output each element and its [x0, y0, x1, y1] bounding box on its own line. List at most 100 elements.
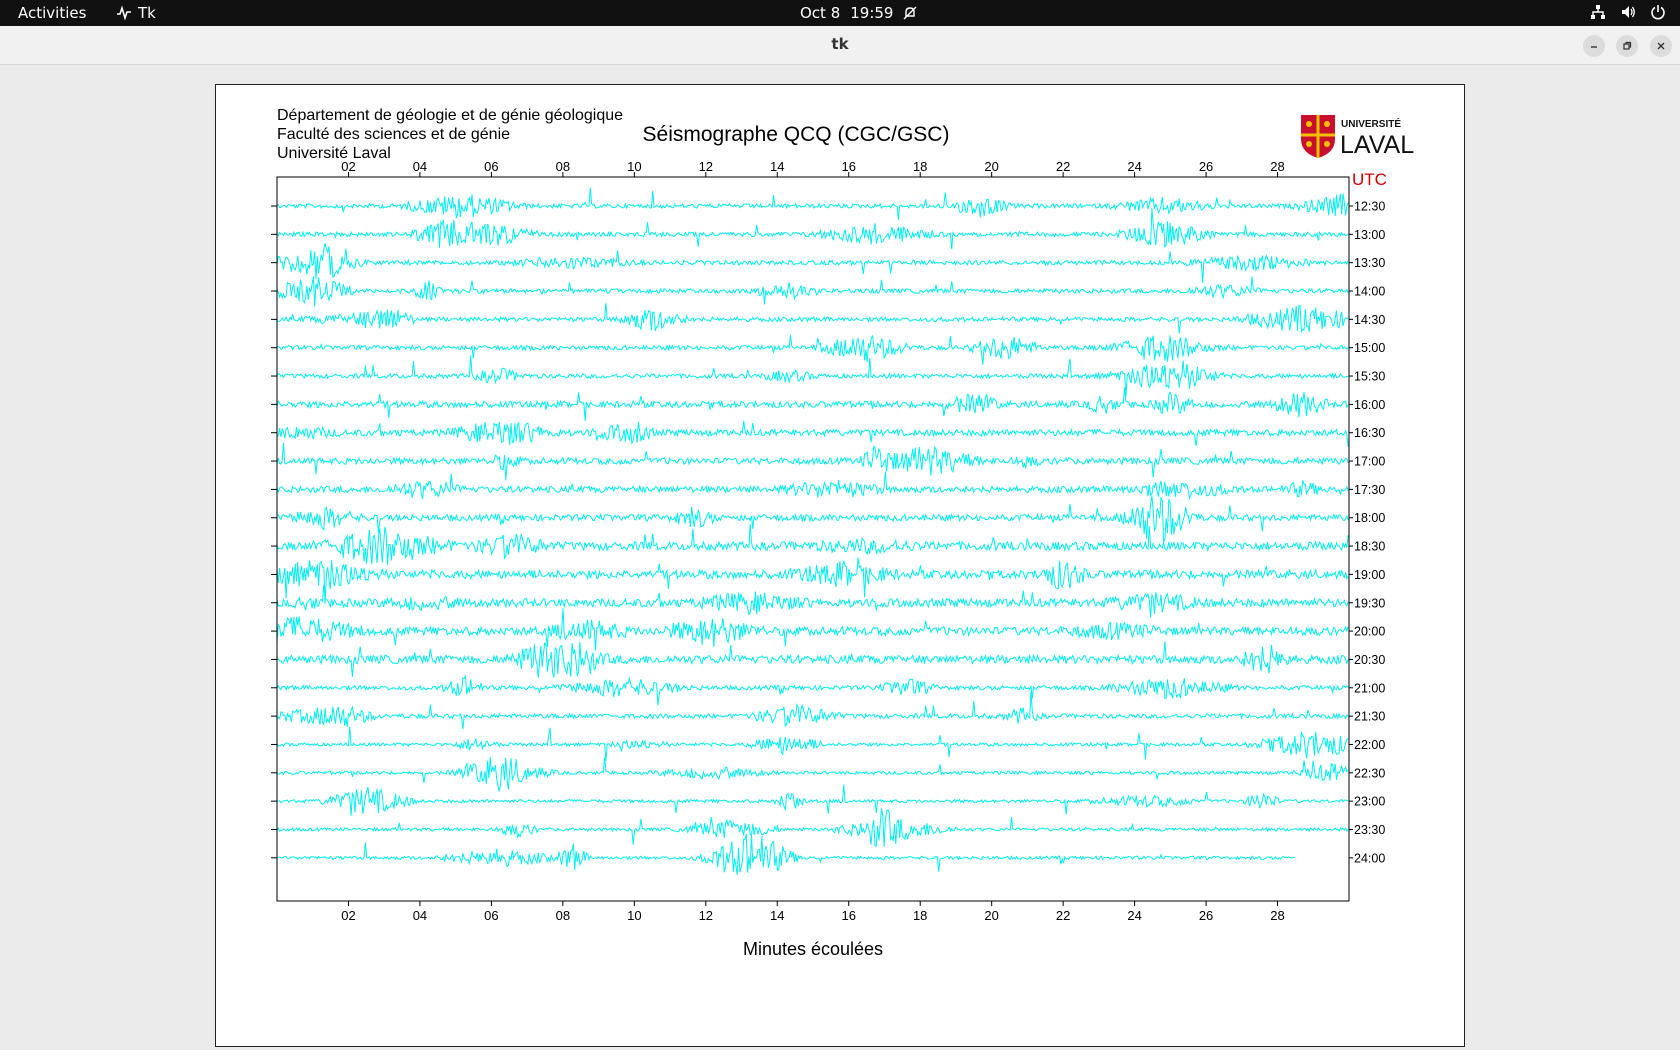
clock-button[interactable]: Oct 8 19:59 — [800, 4, 917, 22]
seismic-trace — [276, 674, 1349, 706]
app-name: Tk — [138, 4, 156, 22]
network-icon — [1590, 4, 1606, 20]
x-axis-top: 02 04 06 08 10 12 14 16 18 20 22 24 26 28 — [341, 159, 1285, 177]
x-tick-label-top: 10 — [627, 159, 641, 174]
x-tick-label-top: 04 — [413, 159, 427, 174]
x-tick-label-top: 24 — [1127, 159, 1141, 174]
app-icon — [116, 5, 132, 21]
x-tick-label-top: 26 — [1199, 159, 1213, 174]
x-tick-label-bottom: 20 — [984, 908, 998, 923]
x-tick-label-top: 28 — [1270, 159, 1284, 174]
seismic-trace — [276, 808, 1349, 847]
seismic-trace — [276, 692, 1349, 730]
row-time-label: 13:00 — [1354, 228, 1385, 242]
row-time-label: 21:00 — [1354, 681, 1385, 695]
row-time-label: 18:30 — [1354, 540, 1385, 554]
clock-date: Oct 8 — [800, 4, 841, 22]
row-time-label: 20:00 — [1354, 625, 1385, 639]
seismic-trace — [276, 784, 1349, 816]
x-tick-label-top: 08 — [556, 159, 570, 174]
x-tick-label-bottom: 18 — [913, 908, 927, 923]
seismic-trace — [276, 584, 1349, 618]
minimize-button[interactable] — [1583, 35, 1605, 57]
maximize-button[interactable] — [1616, 35, 1638, 57]
clock-time: 19:59 — [850, 4, 894, 22]
seismic-trace — [276, 355, 1349, 397]
row-time-label: 18:00 — [1354, 511, 1385, 525]
x-tick-label-bottom: 16 — [841, 908, 855, 923]
x-tick-label-top: 02 — [341, 159, 355, 174]
utc-label: UTC — [1352, 170, 1387, 189]
x-tick-label-bottom: 12 — [699, 908, 713, 923]
trace-group — [276, 187, 1349, 875]
row-time-label: 23:00 — [1354, 795, 1385, 809]
row-time-label: 22:00 — [1354, 738, 1385, 752]
window-title: tk — [831, 35, 849, 53]
x-tick-label-top: 06 — [484, 159, 498, 174]
x-axis-label: Minutes écoulées — [743, 939, 883, 959]
x-tick-label-bottom: 26 — [1199, 908, 1213, 923]
top-bar: Activities Tk Oct 8 19:59 — [0, 0, 1680, 26]
restore-icon — [1623, 41, 1632, 50]
row-time-label: 16:30 — [1354, 426, 1385, 440]
x-tick-label-top: 16 — [841, 159, 855, 174]
seismic-trace — [276, 524, 1349, 565]
x-tick-label-top: 22 — [1056, 159, 1070, 174]
x-tick-label-bottom: 28 — [1270, 908, 1284, 923]
close-icon — [1657, 42, 1665, 50]
x-tick-label-top: 14 — [770, 159, 784, 174]
x-axis-bottom: 02 04 06 08 10 12 14 16 18 20 22 24 26 28 — [341, 901, 1285, 923]
row-time-label: 14:30 — [1354, 313, 1385, 327]
seismic-trace — [276, 557, 1349, 604]
window-titlebar[interactable]: tk — [0, 26, 1680, 65]
row-time-label: 21:30 — [1354, 710, 1385, 724]
seismic-trace — [276, 833, 1296, 875]
plot-frame — [276, 176, 1350, 902]
activities-button[interactable]: Activities — [18, 4, 86, 22]
seismogram-plot: 02 04 06 08 10 12 14 16 18 20 22 24 26 28 02 04 06 08 10 1… — [271, 159, 1387, 959]
seismic-trace — [276, 641, 1349, 678]
x-tick-label-bottom: 10 — [627, 908, 641, 923]
row-time-label: 13:30 — [1354, 256, 1385, 270]
minimize-icon — [1591, 46, 1597, 48]
power-icon — [1650, 4, 1666, 20]
x-tick-label-top: 20 — [984, 159, 998, 174]
seismograph-canvas: Département de géologie et de génie géol… — [215, 84, 1465, 1047]
row-time-label: 12:30 — [1354, 200, 1385, 214]
x-tick-label-bottom: 02 — [341, 908, 355, 923]
x-tick-label-bottom: 14 — [770, 908, 784, 923]
app-menu[interactable]: Tk — [116, 4, 156, 22]
row-time-label: 24:00 — [1354, 851, 1385, 865]
row-time-label: 20:30 — [1354, 653, 1385, 667]
seismic-trace — [276, 495, 1349, 543]
row-time-label: 23:30 — [1354, 823, 1385, 837]
seismic-trace — [276, 303, 1349, 334]
seismic-trace — [276, 757, 1349, 792]
seismic-trace — [276, 208, 1349, 250]
row-time-label: 14:00 — [1354, 285, 1385, 299]
seismic-trace — [276, 471, 1349, 501]
row-time-label: 19:00 — [1354, 568, 1385, 582]
row-axis: 12:30 13:00 13:30 14:00 14:30 15:00 15:30 16:00… — [271, 200, 1385, 865]
seismic-trace — [276, 187, 1349, 220]
system-tray[interactable] — [1590, 4, 1666, 20]
seismic-trace — [276, 442, 1349, 481]
seismic-trace — [276, 334, 1349, 365]
x-tick-label-bottom: 24 — [1127, 908, 1141, 923]
seismic-trace — [276, 726, 1349, 762]
x-tick-label-bottom: 04 — [413, 908, 427, 923]
close-button[interactable] — [1650, 35, 1672, 57]
seismic-trace — [276, 421, 1349, 447]
volume-icon — [1620, 4, 1636, 20]
seismic-trace — [276, 243, 1349, 284]
row-time-label: 16:00 — [1354, 398, 1385, 412]
row-time-label: 22:30 — [1354, 766, 1385, 780]
x-tick-label-bottom: 22 — [1056, 908, 1070, 923]
row-time-label: 17:00 — [1354, 455, 1385, 469]
x-tick-label-bottom: 08 — [556, 908, 570, 923]
x-tick-label-top: 12 — [699, 159, 713, 174]
x-tick-label-bottom: 06 — [484, 908, 498, 923]
row-time-label: 19:30 — [1354, 596, 1385, 610]
notifications-muted-icon — [903, 6, 917, 20]
seismic-trace — [276, 276, 1349, 307]
